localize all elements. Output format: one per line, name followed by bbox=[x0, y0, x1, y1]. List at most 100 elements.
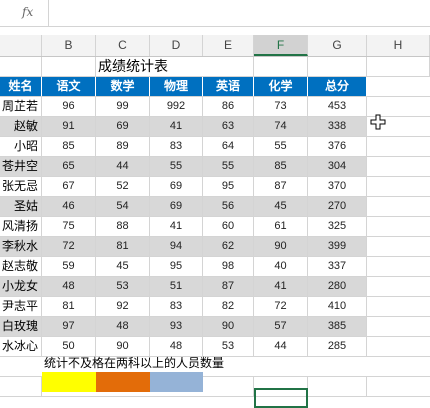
cell-total[interactable]: 270 bbox=[308, 197, 367, 216]
cell-physics[interactable]: 95 bbox=[150, 257, 203, 276]
cell-physics[interactable]: 69 bbox=[150, 177, 203, 196]
cell-english[interactable]: 82 bbox=[203, 297, 254, 316]
cell[interactable] bbox=[203, 57, 254, 76]
cell-chemistry[interactable]: 61 bbox=[254, 217, 308, 236]
cell-name[interactable]: 水冰心 bbox=[0, 337, 42, 356]
cell-physics[interactable]: 51 bbox=[150, 277, 203, 296]
cell-physics[interactable]: 41 bbox=[150, 217, 203, 236]
header-name[interactable]: 姓名 bbox=[0, 77, 42, 96]
column-header-h[interactable]: H bbox=[367, 35, 430, 56]
cell-chinese[interactable]: 97 bbox=[42, 317, 96, 336]
cell[interactable] bbox=[367, 317, 430, 336]
cell-name[interactable]: 尹志平 bbox=[0, 297, 42, 316]
cell[interactable] bbox=[367, 197, 430, 216]
cell-physics[interactable]: 41 bbox=[150, 117, 203, 136]
cell-english[interactable]: 86 bbox=[203, 97, 254, 116]
cell-total[interactable]: 376 bbox=[308, 137, 367, 156]
cell-name[interactable]: 赵志敬 bbox=[0, 257, 42, 276]
cell-name[interactable]: 苍井空 bbox=[0, 157, 42, 176]
cell-total[interactable]: 304 bbox=[308, 157, 367, 176]
cell-total[interactable]: 385 bbox=[308, 317, 367, 336]
cell-math[interactable]: 53 bbox=[96, 277, 150, 296]
cell-math[interactable]: 52 bbox=[96, 177, 150, 196]
cell-english[interactable]: 64 bbox=[203, 137, 254, 156]
cell[interactable] bbox=[367, 157, 430, 176]
cell-chemistry[interactable]: 44 bbox=[254, 337, 308, 356]
cell[interactable] bbox=[367, 237, 430, 256]
cell-chinese[interactable]: 85 bbox=[42, 137, 96, 156]
column-header-f[interactable]: F bbox=[254, 35, 308, 56]
cell-english[interactable]: 62 bbox=[203, 237, 254, 256]
cell-chinese[interactable]: 72 bbox=[42, 237, 96, 256]
cell[interactable] bbox=[367, 217, 430, 236]
cell-physics[interactable]: 93 bbox=[150, 317, 203, 336]
cell-total[interactable]: 410 bbox=[308, 297, 367, 316]
cell-name[interactable]: 周芷若 bbox=[0, 97, 42, 116]
cell-chinese[interactable]: 67 bbox=[42, 177, 96, 196]
cell-physics[interactable]: 94 bbox=[150, 237, 203, 256]
cell-total[interactable]: 325 bbox=[308, 217, 367, 236]
cell-chemistry[interactable]: 87 bbox=[254, 177, 308, 196]
cell[interactable] bbox=[367, 377, 430, 396]
cell-chemistry[interactable]: 57 bbox=[254, 317, 308, 336]
cell-physics[interactable]: 83 bbox=[150, 297, 203, 316]
active-cell-selection[interactable] bbox=[254, 388, 308, 408]
cell-math[interactable]: 89 bbox=[96, 137, 150, 156]
cell-math[interactable]: 54 bbox=[96, 197, 150, 216]
cell[interactable] bbox=[0, 57, 42, 76]
cell-chemistry[interactable]: 85 bbox=[254, 157, 308, 176]
column-header-d[interactable]: D bbox=[150, 35, 203, 56]
cell-english[interactable]: 98 bbox=[203, 257, 254, 276]
select-all-corner[interactable] bbox=[0, 35, 42, 56]
cell-english[interactable]: 95 bbox=[203, 177, 254, 196]
formula-input[interactable] bbox=[52, 2, 422, 24]
cell-chinese[interactable]: 96 bbox=[42, 97, 96, 116]
cell-english[interactable]: 60 bbox=[203, 217, 254, 236]
cell-chinese[interactable]: 75 bbox=[42, 217, 96, 236]
cell-physics[interactable]: 992 bbox=[150, 97, 203, 116]
cell[interactable] bbox=[367, 297, 430, 316]
cell[interactable] bbox=[0, 377, 42, 396]
cell-math[interactable]: 88 bbox=[96, 217, 150, 236]
cell[interactable] bbox=[367, 357, 430, 376]
cell-math[interactable]: 81 bbox=[96, 237, 150, 256]
fx-icon[interactable]: fx bbox=[22, 5, 33, 19]
cell[interactable] bbox=[367, 257, 430, 276]
column-header-g[interactable]: G bbox=[308, 35, 367, 56]
blue-swatch-cell[interactable] bbox=[150, 372, 203, 392]
cell-math[interactable]: 44 bbox=[96, 157, 150, 176]
cell-name[interactable]: 白玫瑰 bbox=[0, 317, 42, 336]
cell-total[interactable]: 338 bbox=[308, 117, 367, 136]
cell-english[interactable]: 56 bbox=[203, 197, 254, 216]
cell-chemistry[interactable]: 41 bbox=[254, 277, 308, 296]
cell[interactable] bbox=[42, 57, 96, 76]
column-header-b[interactable]: B bbox=[42, 35, 96, 56]
cell-chinese[interactable]: 48 bbox=[42, 277, 96, 296]
cell-total[interactable]: 370 bbox=[308, 177, 367, 196]
cell-name[interactable]: 圣姑 bbox=[0, 197, 42, 216]
header-chemistry[interactable]: 化学 bbox=[254, 77, 308, 96]
cell[interactable] bbox=[203, 377, 254, 396]
header-english[interactable]: 英语 bbox=[203, 77, 254, 96]
cell[interactable] bbox=[254, 57, 308, 76]
cell-chemistry[interactable]: 55 bbox=[254, 137, 308, 156]
cell-name[interactable]: 赵敏 bbox=[0, 117, 42, 136]
cell-chinese[interactable]: 91 bbox=[42, 117, 96, 136]
cell[interactable] bbox=[367, 177, 430, 196]
cell[interactable] bbox=[367, 337, 430, 356]
cell-math[interactable]: 45 bbox=[96, 257, 150, 276]
cell[interactable] bbox=[367, 77, 430, 96]
cell-name[interactable]: 小昭 bbox=[0, 137, 42, 156]
header-math[interactable]: 数学 bbox=[96, 77, 150, 96]
cell[interactable] bbox=[367, 57, 430, 76]
cell-total[interactable]: 285 bbox=[308, 337, 367, 356]
cell-chemistry[interactable]: 72 bbox=[254, 297, 308, 316]
cell-math[interactable]: 48 bbox=[96, 317, 150, 336]
cell-english[interactable]: 63 bbox=[203, 117, 254, 136]
cell-total[interactable]: 280 bbox=[308, 277, 367, 296]
cell-physics[interactable]: 69 bbox=[150, 197, 203, 216]
cell-chemistry[interactable]: 40 bbox=[254, 257, 308, 276]
cell-physics[interactable]: 83 bbox=[150, 137, 203, 156]
cell-english[interactable]: 55 bbox=[203, 157, 254, 176]
yellow-swatch-cell[interactable] bbox=[42, 372, 96, 392]
